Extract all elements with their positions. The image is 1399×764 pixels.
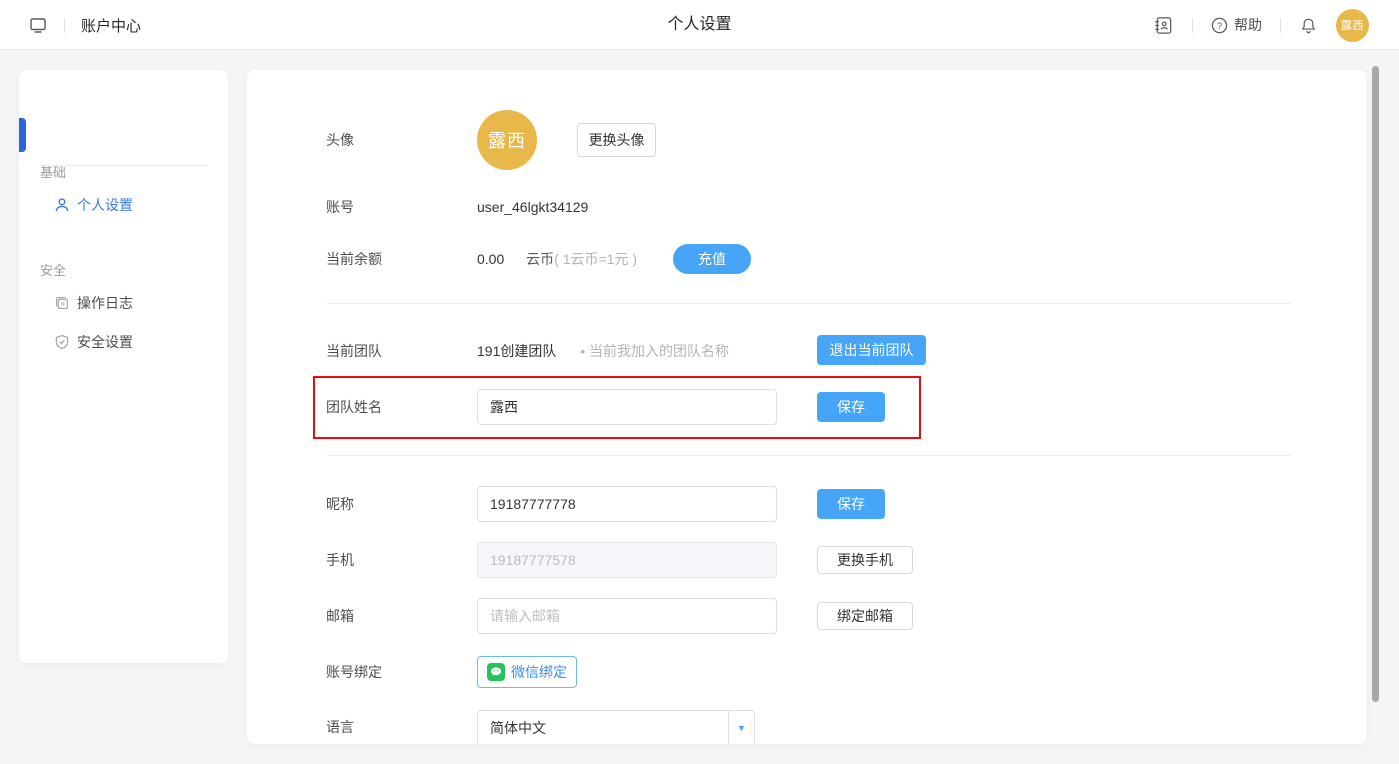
sidebar-item-security-settings[interactable]: 安全设置 <box>19 327 228 357</box>
team-label: 当前团队 <box>326 341 382 361</box>
balance-label: 当前余额 <box>326 249 382 269</box>
team-name-text: 191创建团队 <box>477 343 556 359</box>
help-label: 帮助 <box>1234 15 1262 35</box>
binding-label: 账号绑定 <box>326 662 382 682</box>
wechat-bind-button[interactable]: 微信绑定 <box>477 656 577 688</box>
language-select[interactable]: 简体中文 ▼ <box>477 710 755 744</box>
save-team-name-button[interactable]: 保存 <box>817 392 885 422</box>
language-label: 语言 <box>326 717 354 737</box>
sidebar-section-security: 安全 <box>40 260 66 279</box>
email-input[interactable] <box>477 598 777 634</box>
team-name-input[interactable] <box>477 389 777 425</box>
divider <box>1192 18 1193 33</box>
shield-icon <box>53 333 71 351</box>
contacts-icon[interactable] <box>1153 15 1174 36</box>
avatar-label: 头像 <box>326 130 354 150</box>
sidebar-divider <box>40 165 207 166</box>
bell-icon[interactable] <box>1299 16 1318 35</box>
topbar: 账户中心 个人设置 ? 帮助 <box>0 0 1399 50</box>
balance-value: 0.00 云币( 1云币=1元 ) <box>477 249 637 269</box>
log-icon <box>53 294 71 312</box>
team-value: 191创建团队 • 当前我加入的团队名称 <box>477 341 729 361</box>
phone-input <box>477 542 777 578</box>
section-divider <box>326 455 1291 456</box>
nickname-label: 昵称 <box>326 494 354 514</box>
bind-email-button[interactable]: 绑定邮箱 <box>817 602 913 630</box>
chevron-down-icon[interactable]: ▼ <box>728 711 754 744</box>
balance-amount: 0.00 <box>477 251 504 267</box>
sidebar-item-label: 操作日志 <box>77 293 133 313</box>
phone-label: 手机 <box>326 550 354 570</box>
divider <box>64 18 65 33</box>
settings-panel: 头像 露西 更换头像 账号 user_46lgkt34129 当前余额 0.00… <box>247 70 1367 744</box>
wechat-bind-label: 微信绑定 <box>511 662 567 682</box>
user-avatar[interactable]: 露西 <box>1336 9 1369 42</box>
sidebar-item-operation-logs[interactable]: 操作日志 <box>19 288 228 318</box>
save-nickname-button[interactable]: 保存 <box>817 489 885 519</box>
console-icon[interactable] <box>28 15 48 35</box>
exit-team-button[interactable]: 退出当前团队 <box>817 335 926 365</box>
divider <box>1280 18 1281 33</box>
page-title: 个人设置 <box>667 0 731 50</box>
wechat-icon <box>487 663 505 681</box>
sidebar-item-label: 安全设置 <box>77 332 133 352</box>
user-icon <box>53 196 71 214</box>
sidebar-item-personal-settings[interactable]: 个人设置 <box>19 190 228 220</box>
vertical-scrollbar[interactable] <box>1372 66 1379 702</box>
balance-unit: 云币 <box>526 251 554 267</box>
question-circle-icon: ? <box>1211 17 1228 34</box>
account-label: 账号 <box>326 197 354 217</box>
language-selected-value: 简体中文 <box>478 718 728 738</box>
svg-text:?: ? <box>1217 20 1222 31</box>
account-value: user_46lgkt34129 <box>477 197 588 217</box>
change-avatar-button[interactable]: 更换头像 <box>577 123 656 157</box>
team-name-label: 团队姓名 <box>326 397 382 417</box>
balance-note: ( 1云币=1元 ) <box>554 251 637 267</box>
team-hint: • 当前我加入的团队名称 <box>580 343 729 359</box>
change-phone-button[interactable]: 更换手机 <box>817 546 913 574</box>
sidebar-item-label: 个人设置 <box>77 195 133 215</box>
sidebar: 基础 个人设置 安全 操作日志 安全设置 <box>19 70 228 663</box>
section-divider <box>326 303 1291 304</box>
active-indicator <box>19 118 26 152</box>
help-button[interactable]: ? 帮助 <box>1211 15 1262 35</box>
email-label: 邮箱 <box>326 606 354 626</box>
app-title: 账户中心 <box>81 15 141 36</box>
recharge-button[interactable]: 充值 <box>673 244 751 274</box>
nickname-input[interactable] <box>477 486 777 522</box>
profile-avatar: 露西 <box>477 110 537 170</box>
